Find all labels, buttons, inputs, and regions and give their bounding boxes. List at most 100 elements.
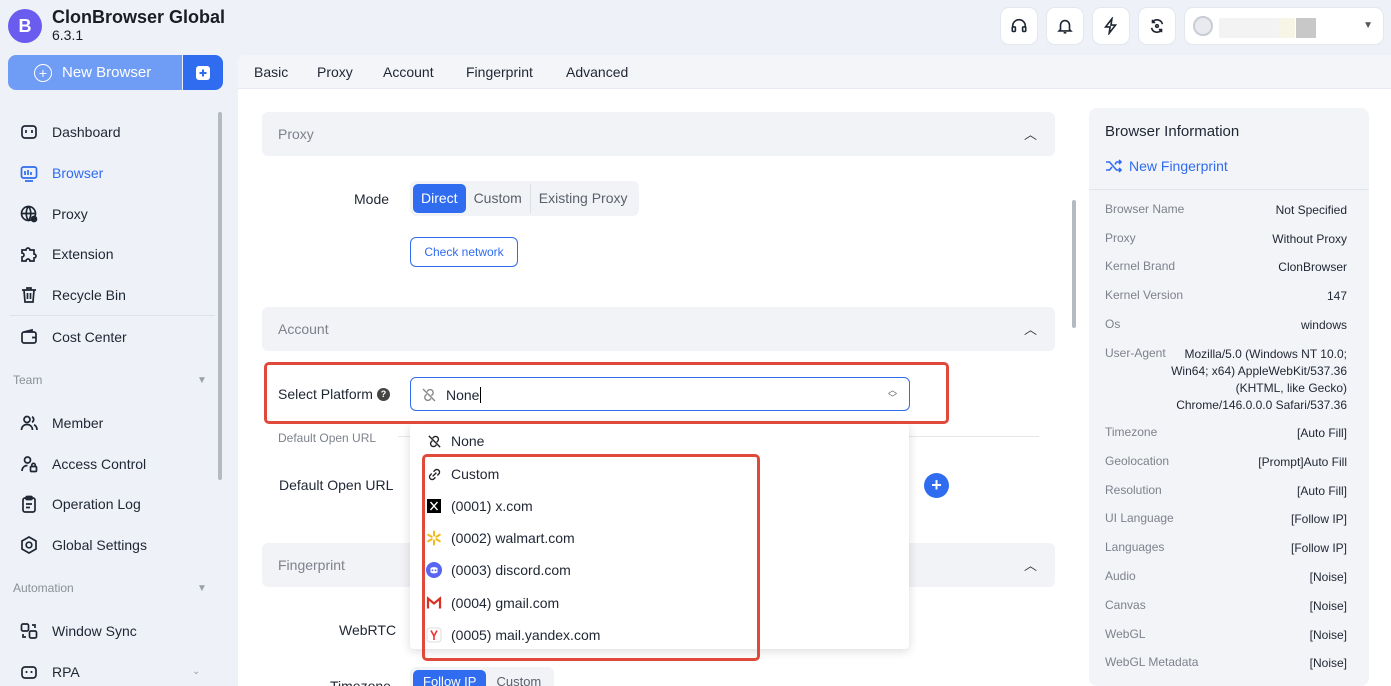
info-value: [Noise]: [1309, 656, 1347, 670]
timezone-segmented-control: Follow IP Custom: [410, 667, 555, 686]
timezone-follow-ip[interactable]: Follow IP: [413, 670, 487, 686]
tab-basic[interactable]: Basic: [254, 64, 288, 80]
timezone-custom[interactable]: Custom: [486, 670, 551, 686]
timezone-label: Timezone: [330, 678, 391, 686]
sidebar-item-label: Browser: [52, 165, 104, 181]
browser-info-panel: Browser Information New Fingerprint Brow…: [1089, 108, 1369, 686]
settings-icon: [18, 534, 40, 556]
tab-fingerprint[interactable]: Fingerprint: [466, 64, 533, 80]
app-name: ClonBrowser Global: [52, 7, 226, 27]
username-redacted: [1219, 18, 1279, 38]
check-network-button[interactable]: Check network: [410, 237, 518, 267]
account-section-header[interactable]: Account ︿: [262, 307, 1055, 351]
mode-existing-proxy[interactable]: Existing Proxy: [529, 184, 636, 213]
chevron-down-icon[interactable]: ▼: [197, 375, 207, 386]
tab-advanced[interactable]: Advanced: [566, 64, 628, 80]
app-root: B ClonBrowser Global 6.3.1 ▼ + New Browse…: [0, 0, 1391, 686]
clipboard-icon: [18, 493, 40, 515]
platform-option-none[interactable]: None: [426, 433, 484, 449]
chevron-down-icon: ▼: [1363, 20, 1373, 31]
info-value: [Prompt]Auto Fill: [1258, 455, 1347, 469]
info-key: Geolocation: [1105, 454, 1170, 468]
trash-icon: [18, 284, 40, 306]
new-browser-button[interactable]: + New Browser: [8, 55, 182, 90]
default-open-url-hint: Default Open URL: [278, 431, 377, 445]
info-value: Mozilla/5.0 (Windows NT 10.0; Win64; x64…: [1171, 347, 1347, 412]
info-value: Not Specified: [1275, 203, 1347, 217]
chevron-down-icon[interactable]: ▼: [197, 583, 207, 594]
info-value: ClonBrowser: [1278, 260, 1347, 274]
sidebar-item-proxy[interactable]: Proxy: [18, 202, 88, 226]
unlink-icon: [426, 433, 442, 449]
sidebar-item-extension[interactable]: Extension: [18, 242, 113, 266]
chevron-up-icon: ︿: [1023, 322, 1037, 337]
user-menu[interactable]: ▼: [1185, 8, 1383, 44]
mode-segmented-control: Direct Custom Existing Proxy: [410, 181, 639, 216]
sidebar-item-dashboard[interactable]: Dashboard: [18, 120, 121, 144]
sidebar-item-global-settings[interactable]: Global Settings: [18, 533, 147, 557]
sidebar-item-label: Access Control: [52, 456, 147, 472]
new-fingerprint-label: New Fingerprint: [1129, 158, 1228, 174]
info-value: 147: [1326, 289, 1347, 303]
sidebar-item-label: RPA: [52, 664, 80, 680]
highlight-platform-options: [422, 454, 760, 661]
user-lock-icon: [18, 453, 40, 475]
info-key: Audio: [1105, 569, 1136, 583]
sidebar-item-label: Proxy: [52, 206, 88, 222]
info-key: Resolution: [1105, 483, 1162, 497]
sidebar-item-browser[interactable]: Browser: [18, 161, 103, 185]
sidebar-section-automation: Automation: [13, 581, 74, 595]
sidebar-item-label: Window Sync: [52, 623, 137, 639]
proxy-section-header[interactable]: Proxy ︿: [262, 112, 1055, 156]
default-open-url-label: Default Open URL: [279, 477, 394, 493]
section-title: Proxy: [278, 126, 314, 142]
new-fingerprint-link[interactable]: New Fingerprint: [1105, 158, 1228, 174]
sidebar-item-label: Dashboard: [52, 124, 121, 140]
sidebar-item-label: Member: [52, 415, 104, 431]
info-value: [Noise]: [1309, 570, 1347, 584]
sidebar-item-member[interactable]: Member: [18, 411, 103, 435]
main-scrollbar[interactable]: [1072, 200, 1076, 328]
info-value: [Follow IP]: [1290, 541, 1347, 555]
info-key: User-Agent: [1105, 346, 1166, 360]
sidebar-section-team: Team: [13, 373, 43, 387]
sidebar-item-operation-log[interactable]: Operation Log: [18, 492, 141, 516]
mode-custom[interactable]: Custom: [466, 184, 530, 213]
info-key: Canvas: [1105, 598, 1146, 612]
sidebar-item-access-control[interactable]: Access Control: [18, 452, 146, 476]
avatar: [1193, 16, 1213, 36]
chevron-down-icon[interactable]: ⌄: [192, 666, 200, 677]
sidebar-item-rpa[interactable]: RPA: [18, 660, 80, 684]
add-square-icon: [196, 65, 210, 80]
globe-icon: [18, 203, 40, 225]
sidebar-item-window-sync[interactable]: Window Sync: [18, 619, 137, 643]
sidebar-item-label: Cost Center: [52, 329, 127, 345]
info-value: [Noise]: [1309, 628, 1347, 642]
highlight-select-platform: [264, 362, 949, 424]
headset-icon[interactable]: [1001, 8, 1037, 44]
info-value: [Auto Fill]: [1296, 426, 1347, 440]
sync-icon[interactable]: [1139, 8, 1175, 44]
chevron-up-icon: ︿: [1023, 558, 1037, 573]
webrtc-label: WebRTC: [339, 622, 397, 638]
info-value: [Auto Fill]: [1296, 484, 1347, 498]
sidebar-item-cost-center[interactable]: Cost Center: [18, 325, 127, 349]
sidebar-item-recycle-bin[interactable]: Recycle Bin: [18, 283, 126, 307]
sidebar-scrollbar[interactable]: [218, 112, 222, 480]
dashboard-icon: [18, 121, 40, 143]
tab-proxy[interactable]: Proxy: [317, 64, 353, 80]
info-value: [Noise]: [1309, 599, 1347, 613]
plus-icon: +: [34, 63, 52, 82]
users-icon: [18, 412, 40, 434]
add-url-button[interactable]: +: [924, 473, 949, 498]
info-key: Languages: [1105, 540, 1165, 554]
tab-account[interactable]: Account: [383, 64, 434, 80]
bell-icon[interactable]: [1047, 8, 1083, 44]
bolt-icon[interactable]: [1093, 8, 1129, 44]
info-value: windows: [1300, 318, 1347, 332]
option-label: None: [451, 433, 485, 449]
mode-direct[interactable]: Direct: [413, 184, 466, 213]
batch-create-button[interactable]: [183, 55, 223, 90]
mode-label: Mode: [354, 191, 390, 207]
shuffle-icon: [1106, 159, 1123, 173]
